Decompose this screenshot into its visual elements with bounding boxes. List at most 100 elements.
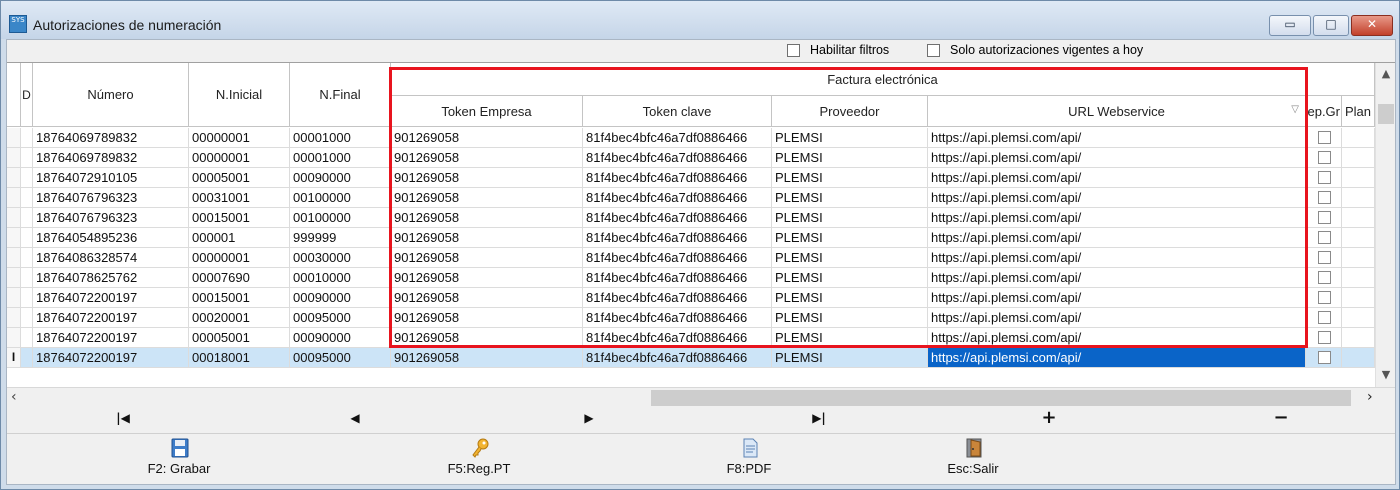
numero-cell[interactable]: 18764076796323 xyxy=(33,208,189,228)
row-d-cell[interactable] xyxy=(21,328,33,348)
token-empresa-cell[interactable]: 901269058 xyxy=(391,348,583,368)
rep-gr-checkbox[interactable] xyxy=(1318,191,1331,204)
rep-gr-cell[interactable] xyxy=(1306,168,1342,188)
row-indicator[interactable] xyxy=(7,228,21,248)
token-empresa-cell[interactable]: 901269058 xyxy=(391,228,583,248)
token-empresa-cell[interactable]: 901269058 xyxy=(391,248,583,268)
plan-cell[interactable] xyxy=(1342,328,1375,348)
nav-first-button[interactable]: |◀ xyxy=(103,411,143,425)
row-indicator[interactable] xyxy=(7,268,21,288)
proveedor-cell[interactable]: PLEMSI xyxy=(772,248,928,268)
scroll-right-icon[interactable]: › xyxy=(1367,389,1373,405)
n-inicial-cell[interactable]: 00015001 xyxy=(189,288,290,308)
column-header-proveedor[interactable]: Proveedor xyxy=(772,96,928,127)
row-d-cell[interactable] xyxy=(21,248,33,268)
n-final-cell[interactable]: 999999 xyxy=(290,228,391,248)
token-clave-cell[interactable]: 81f4bec4bfc46a7df0886466 xyxy=(583,268,772,288)
url-webservice-cell[interactable]: https://api.plemsi.com/api/ xyxy=(928,268,1306,288)
exit-button[interactable]: Esc:Salir xyxy=(903,434,1043,485)
row-indicator[interactable] xyxy=(7,188,21,208)
token-clave-cell[interactable]: 81f4bec4bfc46a7df0886466 xyxy=(583,168,772,188)
nav-delete-button[interactable]: − xyxy=(1261,407,1301,428)
rep-gr-cell[interactable] xyxy=(1306,308,1342,328)
url-webservice-cell[interactable]: https://api.plemsi.com/api/ xyxy=(928,248,1306,268)
n-final-cell[interactable]: 00090000 xyxy=(290,328,391,348)
token-clave-cell[interactable]: 81f4bec4bfc46a7df0886466 xyxy=(583,348,772,368)
row-d-cell[interactable] xyxy=(21,268,33,288)
proveedor-cell[interactable]: PLEMSI xyxy=(772,148,928,168)
rep-gr-checkbox[interactable] xyxy=(1318,331,1331,344)
row-indicator[interactable] xyxy=(7,168,21,188)
numero-cell[interactable]: 18764076796323 xyxy=(33,188,189,208)
n-final-cell[interactable]: 00030000 xyxy=(290,248,391,268)
token-clave-cell[interactable]: 81f4bec4bfc46a7df0886466 xyxy=(583,128,772,148)
token-empresa-cell[interactable]: 901269058 xyxy=(391,288,583,308)
token-empresa-cell[interactable]: 901269058 xyxy=(391,148,583,168)
n-inicial-cell[interactable]: 00005001 xyxy=(189,168,290,188)
rep-gr-checkbox[interactable] xyxy=(1318,291,1331,304)
n-inicial-cell[interactable]: 00007690 xyxy=(189,268,290,288)
rep-gr-checkbox[interactable] xyxy=(1318,231,1331,244)
proveedor-cell[interactable]: PLEMSI xyxy=(772,348,928,368)
n-inicial-cell[interactable]: 00005001 xyxy=(189,328,290,348)
plan-cell[interactable] xyxy=(1342,168,1375,188)
column-header-url-webservice[interactable]: URL Webservice ▽ xyxy=(928,96,1306,127)
n-final-cell[interactable]: 00100000 xyxy=(290,188,391,208)
scroll-up-icon[interactable]: ▲ xyxy=(1376,67,1395,80)
token-clave-cell[interactable]: 81f4bec4bfc46a7df0886466 xyxy=(583,208,772,228)
row-d-cell[interactable] xyxy=(21,148,33,168)
column-header-token-empresa[interactable]: Token Empresa xyxy=(391,96,583,127)
column-header-numero[interactable]: Número xyxy=(33,63,189,127)
n-final-cell[interactable]: 00090000 xyxy=(290,288,391,308)
proveedor-cell[interactable]: PLEMSI xyxy=(772,228,928,248)
row-indicator[interactable]: I xyxy=(7,348,21,368)
rep-gr-cell[interactable] xyxy=(1306,128,1342,148)
plan-cell[interactable] xyxy=(1342,348,1375,368)
url-webservice-cell[interactable]: https://api.plemsi.com/api/ xyxy=(928,168,1306,188)
token-clave-cell[interactable]: 81f4bec4bfc46a7df0886466 xyxy=(583,288,772,308)
row-indicator[interactable] xyxy=(7,288,21,308)
row-d-cell[interactable] xyxy=(21,308,33,328)
token-clave-cell[interactable]: 81f4bec4bfc46a7df0886466 xyxy=(583,228,772,248)
proveedor-cell[interactable]: PLEMSI xyxy=(772,328,928,348)
token-empresa-cell[interactable]: 901269058 xyxy=(391,128,583,148)
n-inicial-cell[interactable]: 00000001 xyxy=(189,248,290,268)
token-clave-cell[interactable]: 81f4bec4bfc46a7df0886466 xyxy=(583,308,772,328)
enable-filters-checkbox[interactable] xyxy=(787,43,800,57)
token-empresa-cell[interactable]: 901269058 xyxy=(391,308,583,328)
rep-gr-cell[interactable] xyxy=(1306,148,1342,168)
proveedor-cell[interactable]: PLEMSI xyxy=(772,268,928,288)
close-button[interactable]: ✕ xyxy=(1351,15,1393,36)
numero-cell[interactable]: 18764086328574 xyxy=(33,248,189,268)
row-d-cell[interactable] xyxy=(21,128,33,148)
authorizations-grid[interactable]: D Número N.Inicial N.Final Factura elect… xyxy=(7,62,1395,387)
token-empresa-cell[interactable]: 901269058 xyxy=(391,188,583,208)
proveedor-cell[interactable]: PLEMSI xyxy=(772,128,928,148)
plan-cell[interactable] xyxy=(1342,208,1375,228)
token-clave-cell[interactable]: 81f4bec4bfc46a7df0886466 xyxy=(583,248,772,268)
pdf-button[interactable]: F8:PDF xyxy=(679,434,819,485)
n-inicial-cell[interactable]: 000001 xyxy=(189,228,290,248)
n-final-cell[interactable]: 00001000 xyxy=(290,128,391,148)
n-inicial-cell[interactable]: 00015001 xyxy=(189,208,290,228)
n-inicial-cell[interactable]: 00020001 xyxy=(189,308,290,328)
row-d-cell[interactable] xyxy=(21,348,33,368)
n-final-cell[interactable]: 00100000 xyxy=(290,208,391,228)
nav-last-button[interactable]: ▶| xyxy=(799,411,839,425)
plan-cell[interactable] xyxy=(1342,228,1375,248)
plan-cell[interactable] xyxy=(1342,188,1375,208)
rep-gr-checkbox[interactable] xyxy=(1318,351,1331,364)
enable-filters-toggle[interactable]: Habilitar filtros xyxy=(787,43,889,57)
url-webservice-cell[interactable]: https://api.plemsi.com/api/ xyxy=(928,348,1306,368)
numero-cell[interactable]: 18764072910105 xyxy=(33,168,189,188)
nav-next-button[interactable]: ▶ xyxy=(569,411,609,425)
url-webservice-cell[interactable]: https://api.plemsi.com/api/ xyxy=(928,288,1306,308)
column-header-token-clave[interactable]: Token clave xyxy=(583,96,772,127)
url-webservice-cell[interactable]: https://api.plemsi.com/api/ xyxy=(928,148,1306,168)
minimize-button[interactable]: ▭ xyxy=(1269,15,1311,36)
current-authorizations-checkbox[interactable] xyxy=(927,43,940,57)
row-indicator[interactable] xyxy=(7,208,21,228)
row-indicator[interactable] xyxy=(7,248,21,268)
token-empresa-cell[interactable]: 901269058 xyxy=(391,268,583,288)
rep-gr-cell[interactable] xyxy=(1306,248,1342,268)
